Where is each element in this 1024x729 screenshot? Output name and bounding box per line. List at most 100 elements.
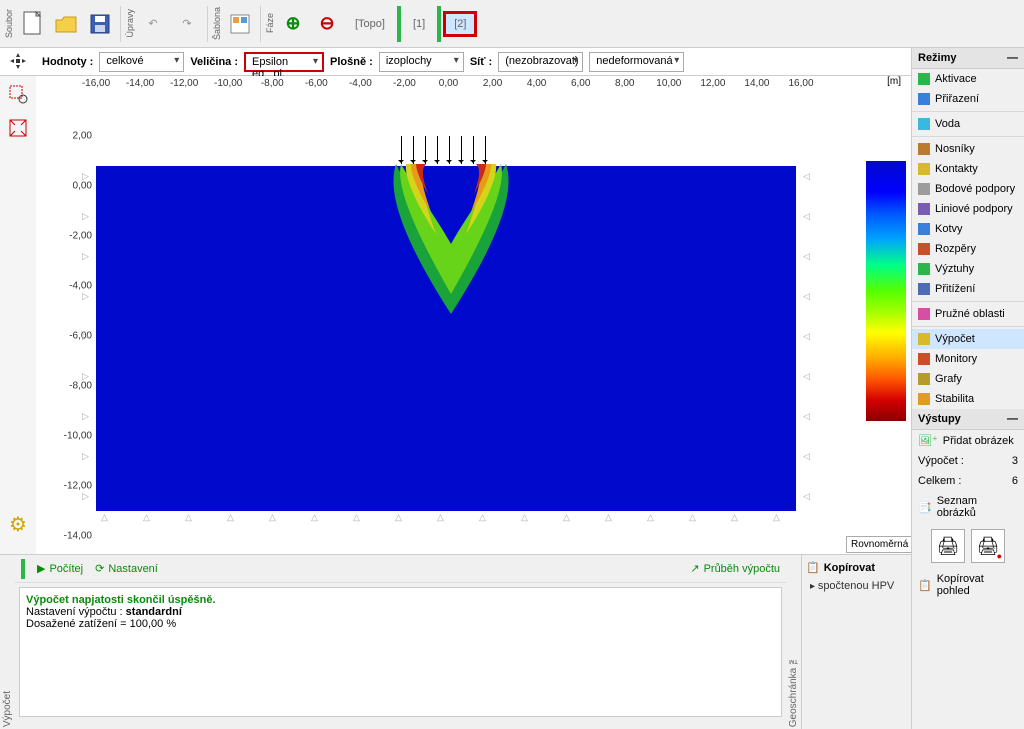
mode-icon (918, 393, 930, 405)
mode-icon (918, 223, 930, 235)
ruler-x-tick: -6,00 (305, 78, 328, 89)
ruler-x-tick: 6,00 (571, 78, 590, 89)
mode-item-voda[interactable]: Voda (912, 114, 1024, 134)
mode-icon (918, 263, 930, 275)
mode-item-vpoet[interactable]: Výpočet (912, 329, 1024, 349)
x-unit-label: [m] (887, 76, 901, 87)
phase-indicator (397, 6, 401, 42)
mode-item-liniovpodpory[interactable]: Liniové podpory (912, 199, 1024, 219)
ruler-x-tick: -8,00 (261, 78, 284, 89)
template-button[interactable] (224, 4, 256, 44)
mode-icon (918, 373, 930, 385)
velicina-select[interactable]: Epsilon eq., pl. (244, 52, 324, 72)
geoschranka-label: Geoschránka ™ (786, 652, 801, 729)
contour-plot (376, 164, 526, 344)
mode-item-monitory[interactable]: Monitory (912, 349, 1024, 369)
mode-item-rozpry[interactable]: Rozpěry (912, 239, 1024, 259)
mode-icon (918, 93, 930, 105)
mode-item-prunoblasti[interactable]: Pružné oblasti (912, 304, 1024, 324)
velicina-label: Veličina : (190, 56, 238, 68)
phase-tab-topo[interactable]: [Topo] (345, 12, 395, 36)
redo-button[interactable]: ↷ (171, 4, 203, 44)
mode-icon (918, 203, 930, 215)
mode-item-kotvy[interactable]: Kotvy (912, 219, 1024, 239)
copy-header: 📋 Kopírovat (806, 561, 907, 574)
copy-view-button[interactable]: 📋 Kopírovat pohled (912, 569, 1024, 601)
ruler-x-tick: -12,00 (170, 78, 198, 89)
ruler-x-tick: 10,00 (656, 78, 681, 89)
canvas-area: [m] -16,00-14,00-12,00-10,00-8,00-6,00-4… (36, 76, 911, 554)
image-list-button[interactable]: 📑Seznam obrázků (912, 491, 1024, 523)
mode-label: Aktivace (935, 73, 977, 85)
calc-progress-button[interactable]: ↗ Průběh výpočtu (690, 562, 780, 575)
template-group-label: Šablona (212, 5, 222, 42)
zoom-fit-button[interactable] (4, 114, 32, 142)
add-image-button[interactable]: 🖼⁺Přidat obrázek (912, 430, 1024, 451)
log-settings-line: Nastavení výpočtu : standardní (26, 606, 775, 618)
undo-button[interactable]: ↶ (137, 4, 169, 44)
ruler-x-tick: -10,00 (214, 78, 242, 89)
calc-settings-button[interactable]: ⟳ Nastavení (95, 562, 158, 575)
deform-select[interactable]: nedeformovaná (589, 52, 684, 72)
mode-item-piten[interactable]: Přitížení (912, 279, 1024, 299)
copy-panel: 📋 Kopírovat ▸ spočtenou HPV (801, 555, 911, 729)
mode-label: Bodové podpory (935, 183, 1015, 195)
mode-icon (918, 143, 930, 155)
bottom-panel: Výpočet ▶ Počítej ⟳ Nastavení ↗ Průběh v… (0, 554, 911, 729)
print-pdf-button[interactable]: 🖨● (971, 529, 1005, 563)
calculate-button[interactable]: ▶ Počítej (37, 562, 83, 575)
pan-icon[interactable] (8, 51, 28, 74)
modes-header: Režimy— (912, 48, 1024, 69)
log-success-line: Výpočet napjatosti skončil úspěšně. (26, 594, 775, 606)
mode-icon (918, 118, 930, 130)
minimize-icon[interactable]: — (1007, 413, 1018, 425)
mode-label: Výpočet (935, 333, 975, 345)
mode-label: Liniové podpory (935, 203, 1013, 215)
mode-label: Rozpěry (935, 243, 976, 255)
ruler-x-tick: 16,00 (788, 78, 813, 89)
sit-select[interactable]: (nezobrazovat) (498, 52, 583, 72)
mode-icon (918, 183, 930, 195)
ruler-y-tick: 2,00 (73, 131, 92, 142)
add-phase-button[interactable]: ⊕ (277, 4, 309, 44)
save-file-button[interactable] (84, 4, 116, 44)
mode-label: Výztuhy (935, 263, 974, 275)
edit-group-label: Úpravy (125, 7, 135, 40)
mode-item-bodovpodpory[interactable]: Bodové podpory (912, 179, 1024, 199)
ruler-x-tick: -2,00 (393, 78, 416, 89)
minimize-icon[interactable]: — (1007, 52, 1018, 64)
zoom-window-button[interactable] (4, 80, 32, 108)
mode-item-aktivace[interactable]: Aktivace (912, 69, 1024, 89)
mode-item-piazen[interactable]: Přiřazení (912, 89, 1024, 109)
mode-item-kontakty[interactable]: Kontakty (912, 159, 1024, 179)
settings-gear-button[interactable]: ⚙ (4, 510, 32, 538)
ruler-x-tick: 12,00 (700, 78, 725, 89)
new-file-button[interactable] (16, 4, 48, 44)
phase-tab-2[interactable]: [2] (443, 11, 477, 37)
ruler-y-tick: -8,00 (69, 381, 92, 392)
copy-hpv-item[interactable]: ▸ spočtenou HPV (806, 578, 907, 594)
ruler-y-tick: -12,00 (64, 481, 92, 492)
ruler-x-tick: 0,00 (439, 78, 458, 89)
phase-tab-1[interactable]: [1] (403, 12, 435, 36)
mode-item-stabilita[interactable]: Stabilita (912, 389, 1024, 409)
mode-item-nosnky[interactable]: Nosníky (912, 139, 1024, 159)
mode-label: Přiřazení (935, 93, 979, 105)
mode-icon (918, 308, 930, 320)
plosne-select[interactable]: izoplochy (379, 52, 464, 72)
output-count-row: Výpočet :3 (912, 451, 1024, 471)
ruler-y-tick: -10,00 (64, 430, 92, 441)
plosne-label: Plošně : (330, 56, 373, 68)
mode-item-vztuhy[interactable]: Výztuhy (912, 259, 1024, 279)
remove-phase-button[interactable]: ⊖ (311, 4, 343, 44)
right-panel: Režimy— Aktivace Přiřazení Voda NosníkyKont… (911, 48, 1024, 729)
ruler-x-tick: 8,00 (615, 78, 634, 89)
open-file-button[interactable] (50, 4, 82, 44)
print-button[interactable]: 🖨 (931, 529, 965, 563)
mode-item-grafy[interactable]: Grafy (912, 369, 1024, 389)
left-tools (0, 76, 36, 152)
bottom-panel-label: Výpočet (0, 689, 15, 729)
hodnoty-select[interactable]: celkové (99, 52, 184, 72)
plot-area[interactable]: ▷◁▷◁▷◁▷◁▷◁▷◁▷◁▷◁▷◁△△△△△△△△△△△△△△△△△ (96, 166, 796, 511)
ruler-x-tick: 2,00 (483, 78, 502, 89)
